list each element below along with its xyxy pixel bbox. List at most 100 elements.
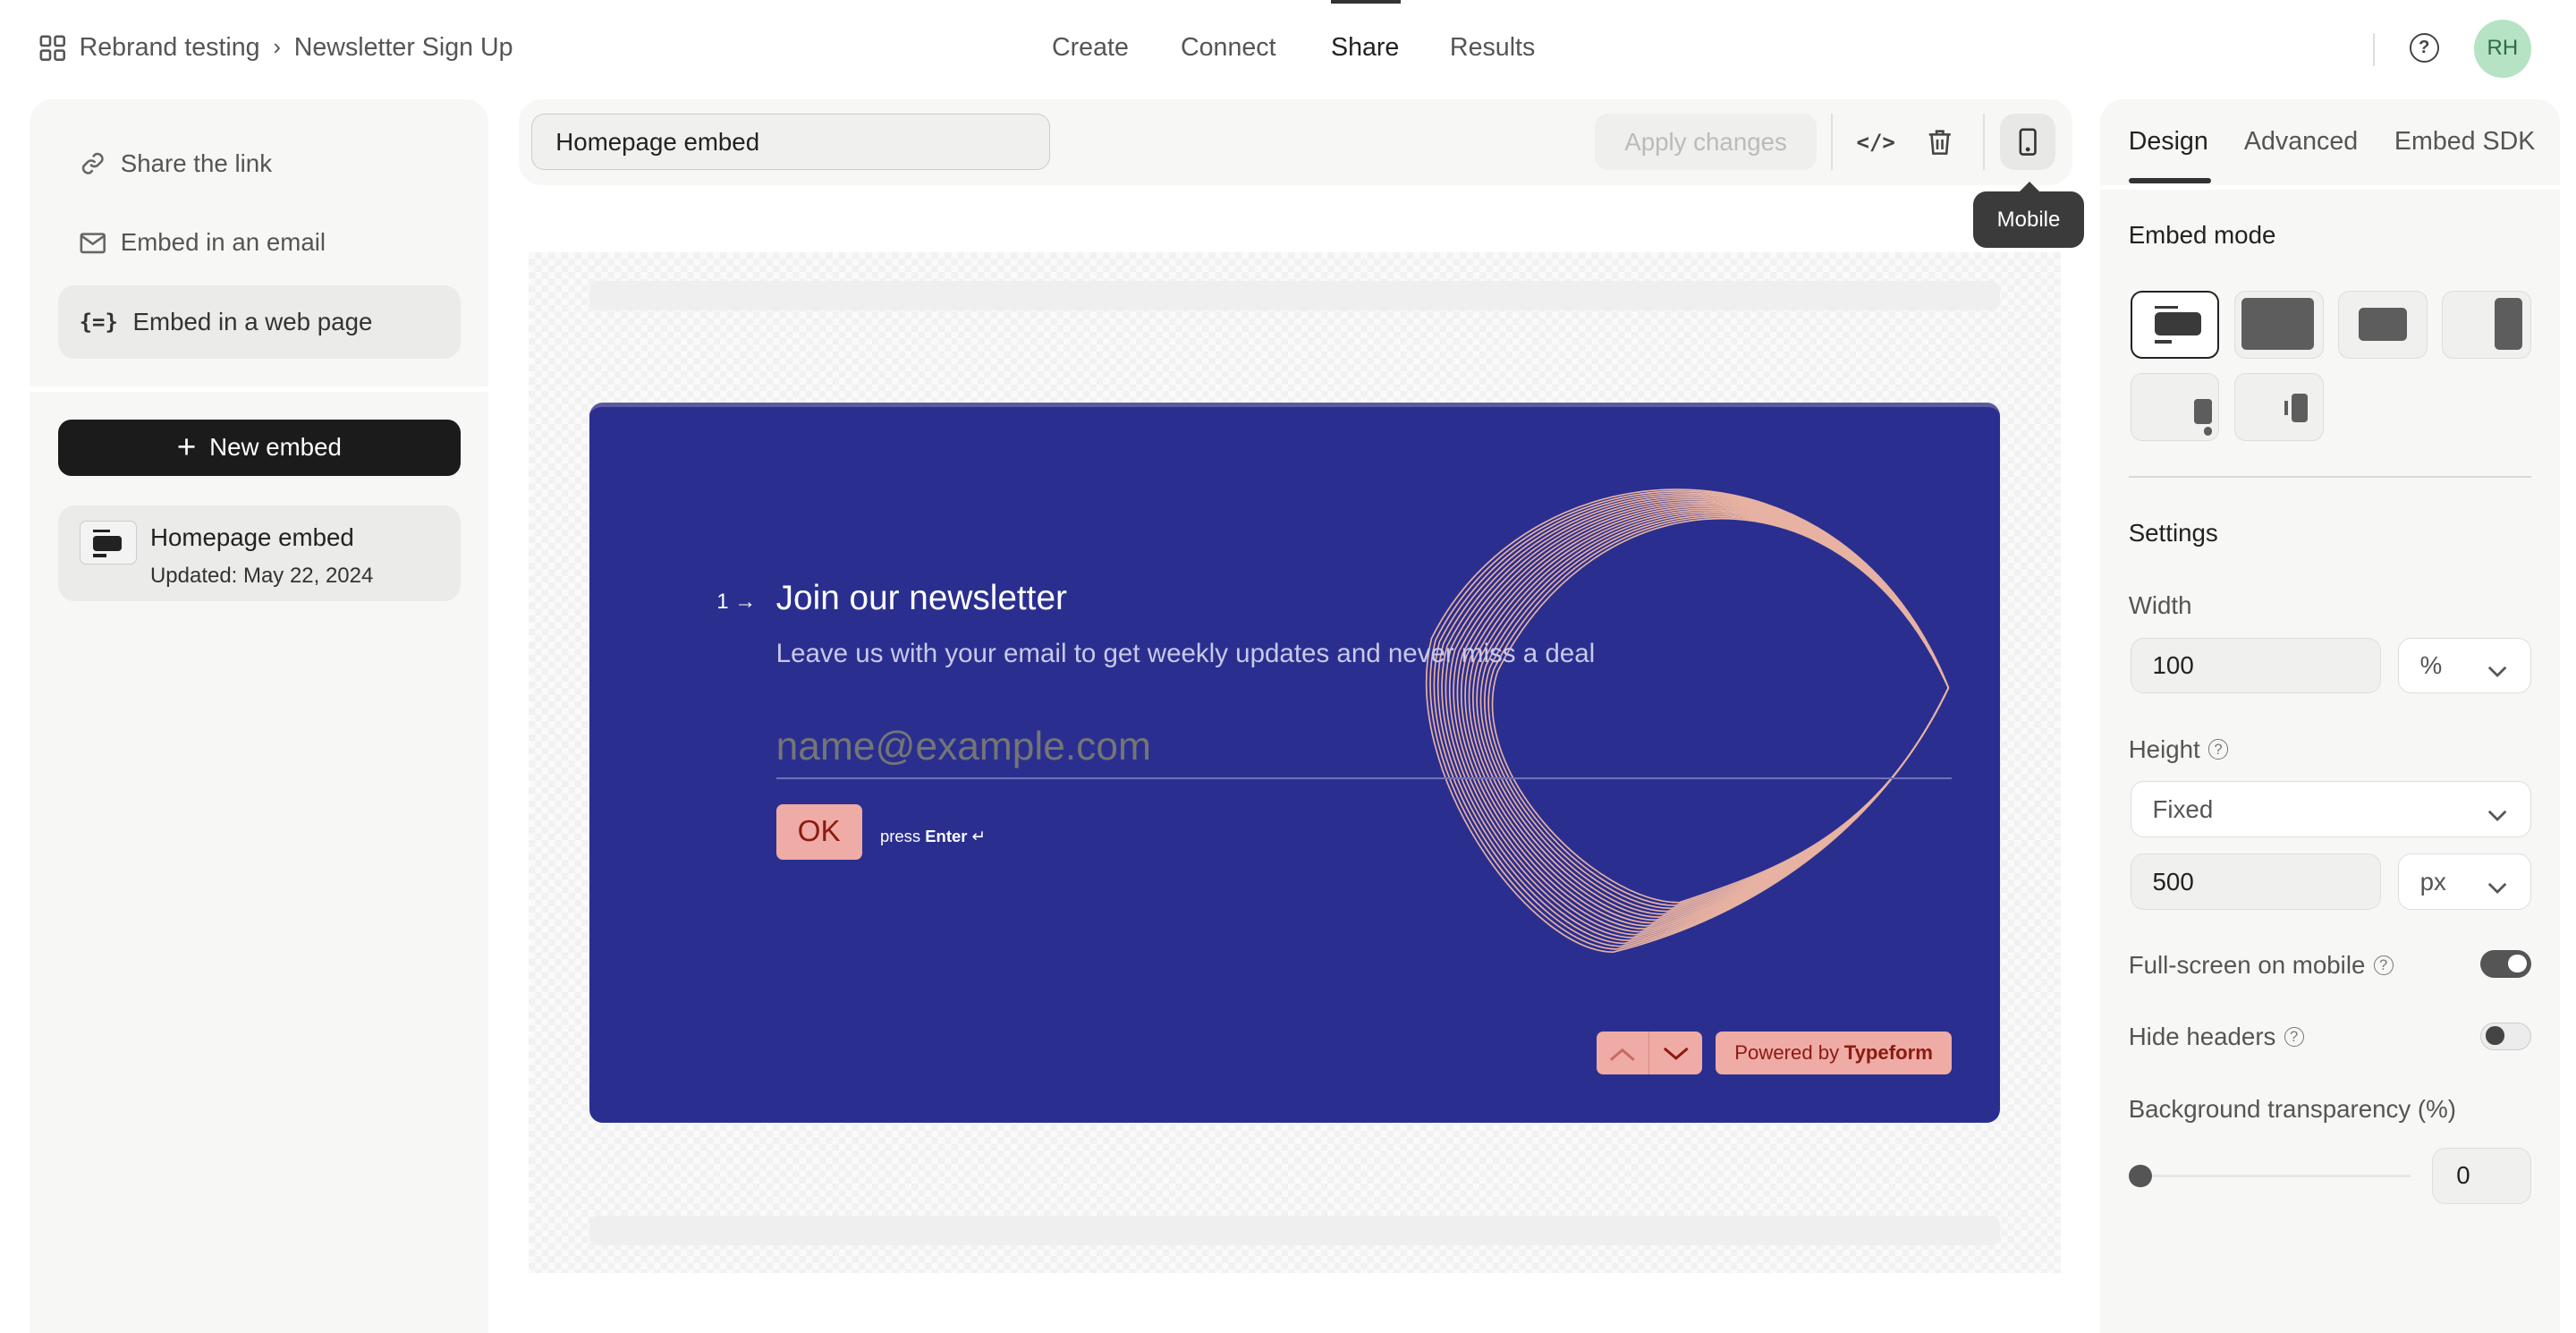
question-subtitle: Leave us with your email to get weekly u…	[775, 638, 1596, 668]
line-art-stroke	[1472, 509, 1950, 919]
tab-embed-sdk[interactable]: Embed SDK	[2394, 127, 2535, 157]
width-input[interactable]: 100	[2130, 637, 2382, 694]
previous-question-button[interactable]	[1597, 1032, 1650, 1075]
divider	[2372, 32, 2375, 66]
embed-mode-heading: Embed mode	[2128, 221, 2276, 250]
tooltip-text: Mobile	[1996, 207, 2061, 232]
new-embed-label: New embed	[209, 433, 342, 462]
divider	[2100, 184, 2560, 191]
height-mode-value: Fixed	[2152, 794, 2214, 823]
help-icon[interactable]: ?	[2207, 739, 2229, 760]
ok-button[interactable]: OK	[775, 803, 862, 861]
line-art-stroke	[1491, 518, 1950, 904]
plus-icon: +	[176, 428, 197, 465]
question-number: 1 →	[716, 589, 757, 614]
divider	[30, 386, 489, 392]
chevron-down-icon	[2487, 801, 2507, 829]
standard-embed-icon	[79, 520, 138, 565]
mode-popover[interactable]	[2130, 373, 2220, 441]
mode-side-tab[interactable]	[2233, 373, 2324, 441]
next-question-button[interactable]	[1649, 1032, 1703, 1075]
line-art-stroke	[1484, 514, 1950, 910]
mode-slider[interactable]	[2442, 290, 2532, 359]
fullscreen-label: Full-screen on mobile?	[2129, 951, 2394, 980]
nav-connect[interactable]: Connect	[1181, 33, 1276, 63]
active-nav-indicator	[1330, 0, 1401, 4]
help-icon[interactable]: ?	[2409, 32, 2439, 64]
height-label: Height?	[2129, 735, 2229, 764]
sidebar-item-embed-email[interactable]: Embed in an email	[58, 207, 461, 279]
sidebar-item-embed-web[interactable]: {=} Embed in a web page	[57, 285, 462, 359]
code-braces-icon: {=}	[79, 309, 118, 335]
link-icon	[80, 150, 106, 177]
breadcrumb-workspace[interactable]: Rebrand testing	[80, 33, 260, 63]
transparency-slider-thumb[interactable]	[2128, 1164, 2152, 1188]
breadcrumb-form[interactable]: Newsletter Sign Up	[294, 33, 513, 63]
trash-icon	[1927, 128, 1953, 156]
height-unit-select[interactable]: px	[2397, 853, 2532, 911]
new-embed-button[interactable]: + New embed	[57, 419, 462, 476]
transparency-input[interactable]: 0	[2432, 1148, 2532, 1204]
help-icon[interactable]: ?	[2284, 1026, 2304, 1047]
chevron-right-icon: ›	[273, 34, 281, 60]
sidebar-item-label: Embed in a web page	[132, 307, 373, 335]
width-label: Width	[2128, 590, 2192, 619]
delete-button[interactable]	[1912, 114, 1969, 170]
sidebar-item-label: Embed in an email	[120, 228, 326, 257]
line-art-stroke	[1487, 516, 1950, 907]
embed-code-button[interactable]: </>	[1848, 114, 1904, 170]
nav-share[interactable]: Share	[1331, 33, 1399, 63]
nav-create[interactable]: Create	[1052, 33, 1129, 63]
mobile-icon	[2019, 128, 2037, 156]
embed-name-input[interactable]	[531, 114, 1051, 171]
line-art-stroke	[1468, 507, 1950, 921]
chevron-down-icon	[2487, 873, 2507, 902]
help-icon[interactable]: ?	[2373, 955, 2394, 976]
transparency-label: Background transparency (%)	[2128, 1094, 2456, 1123]
mode-standard[interactable]	[2130, 290, 2220, 359]
divider	[1831, 114, 1834, 171]
width-unit-select[interactable]: %	[2397, 637, 2532, 694]
tab-design[interactable]: Design	[2129, 127, 2208, 157]
embed-name: Homepage embed	[149, 523, 354, 552]
height-mode-select[interactable]: Fixed	[2130, 781, 2532, 837]
placeholder-bar	[589, 1215, 2000, 1245]
mail-icon	[80, 230, 106, 257]
embed-updated: Updated: May 22, 2024	[149, 563, 374, 588]
tooltip: Mobile	[1973, 182, 2084, 248]
mode-full-page[interactable]	[2233, 290, 2324, 359]
chevron-down-icon	[2487, 657, 2507, 685]
divider	[1983, 114, 1986, 171]
email-input[interactable]	[775, 716, 1953, 779]
height-input[interactable]: 500	[2130, 853, 2382, 911]
avatar[interactable]: RH	[2473, 20, 2532, 78]
press-enter-hint: press Enter ↵	[879, 827, 987, 846]
sidebar-item-share-link[interactable]: Share the link	[58, 127, 461, 200]
mode-popup[interactable]	[2338, 290, 2428, 359]
typeform-embed[interactable]: 1 → Join our newsletter Leave us with yo…	[589, 403, 2000, 1124]
tab-advanced[interactable]: Advanced	[2244, 127, 2358, 157]
transparency-slider-track[interactable]	[2130, 1174, 2411, 1178]
breadcrumb: Rebrand testing › Newsletter Sign Up	[39, 33, 513, 63]
grid-icon[interactable]	[39, 35, 66, 62]
embed-list-item[interactable]: Homepage embed Updated: May 22, 2024	[57, 505, 462, 601]
nav-results[interactable]: Results	[1450, 33, 1535, 63]
chevron-up-icon	[1609, 1039, 1636, 1067]
powered-by-typeform[interactable]: Powered by Typeform	[1716, 1032, 1953, 1075]
settings-heading: Settings	[2128, 518, 2218, 547]
apply-changes-button[interactable]: Apply changes	[1595, 114, 1817, 171]
sidebar-item-label: Share the link	[120, 149, 273, 177]
width-unit-value: %	[2419, 650, 2443, 679]
divider	[2128, 475, 2532, 478]
left-sidebar	[30, 98, 489, 1333]
line-art-stroke	[1464, 505, 1950, 924]
hide-headers-toggle[interactable]	[2479, 1022, 2532, 1051]
fullscreen-toggle[interactable]	[2479, 949, 2532, 978]
placeholder-bar	[589, 280, 2000, 311]
code-icon: </>	[1856, 129, 1895, 155]
avatar-initials: RH	[2487, 36, 2519, 61]
hide-headers-label: Hide headers?	[2129, 1023, 2304, 1051]
active-tab-indicator	[2128, 178, 2211, 183]
mobile-preview-button[interactable]	[1999, 114, 2056, 171]
chevron-down-icon	[1663, 1039, 1690, 1067]
